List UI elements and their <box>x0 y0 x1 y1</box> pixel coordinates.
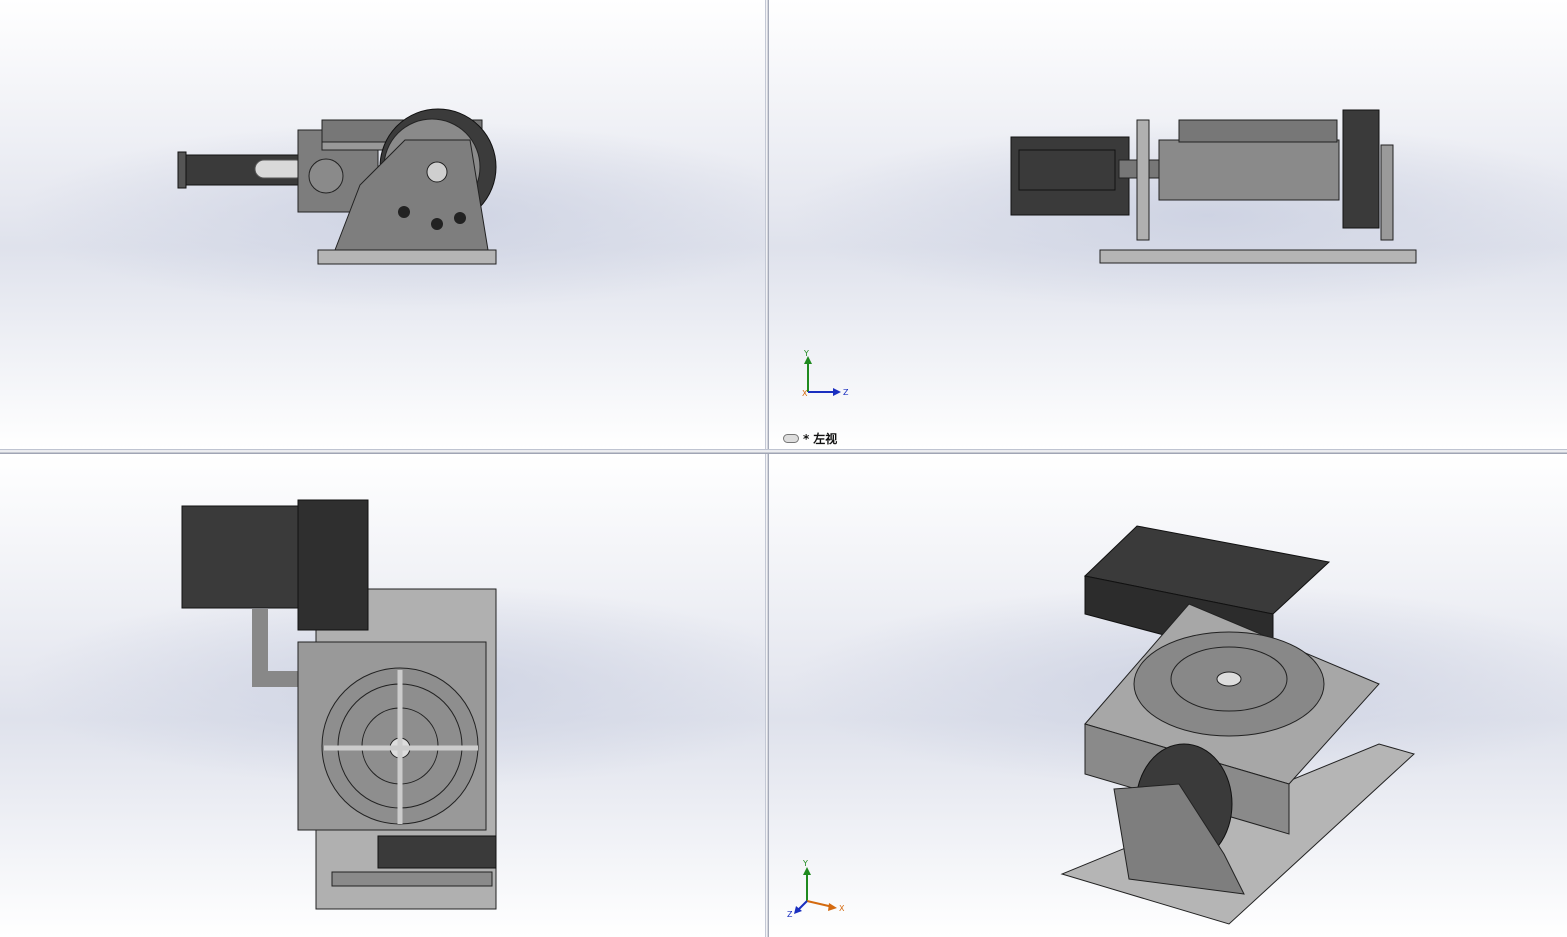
view-label-text: 左视 <box>813 432 838 446</box>
coordinate-triad: Y Z X <box>802 350 849 398</box>
axis-label-x: X <box>839 904 845 913</box>
viewport-vertical-splitter[interactable] <box>765 0 769 937</box>
view-name-label[interactable]: * 左视 <box>783 430 837 447</box>
view-link-icon <box>783 434 799 443</box>
axis-label-z: Z <box>787 910 793 919</box>
viewport-front[interactable] <box>0 0 765 449</box>
viewport-top-view[interactable] <box>0 454 765 937</box>
axis-label-z: Z <box>843 388 849 397</box>
axis-label-y: Y <box>802 859 808 868</box>
viewport-left-view[interactable]: Y Z X * 左视 <box>769 0 1567 449</box>
viewport-isometric[interactable]: Y X Z <box>769 454 1567 937</box>
viewport-horizontal-splitter[interactable] <box>0 449 1567 454</box>
axis-label-y: Y <box>803 350 809 358</box>
view-label-modified-marker: * <box>803 431 810 446</box>
axis-label-x: X <box>802 389 808 398</box>
model-isometric-view[interactable] <box>769 454 1567 937</box>
coordinate-triad-isometric: Y X Z <box>787 859 845 919</box>
model-left-view[interactable] <box>769 0 1567 449</box>
model-top-view[interactable] <box>0 454 765 937</box>
model-front-view[interactable] <box>0 0 765 449</box>
